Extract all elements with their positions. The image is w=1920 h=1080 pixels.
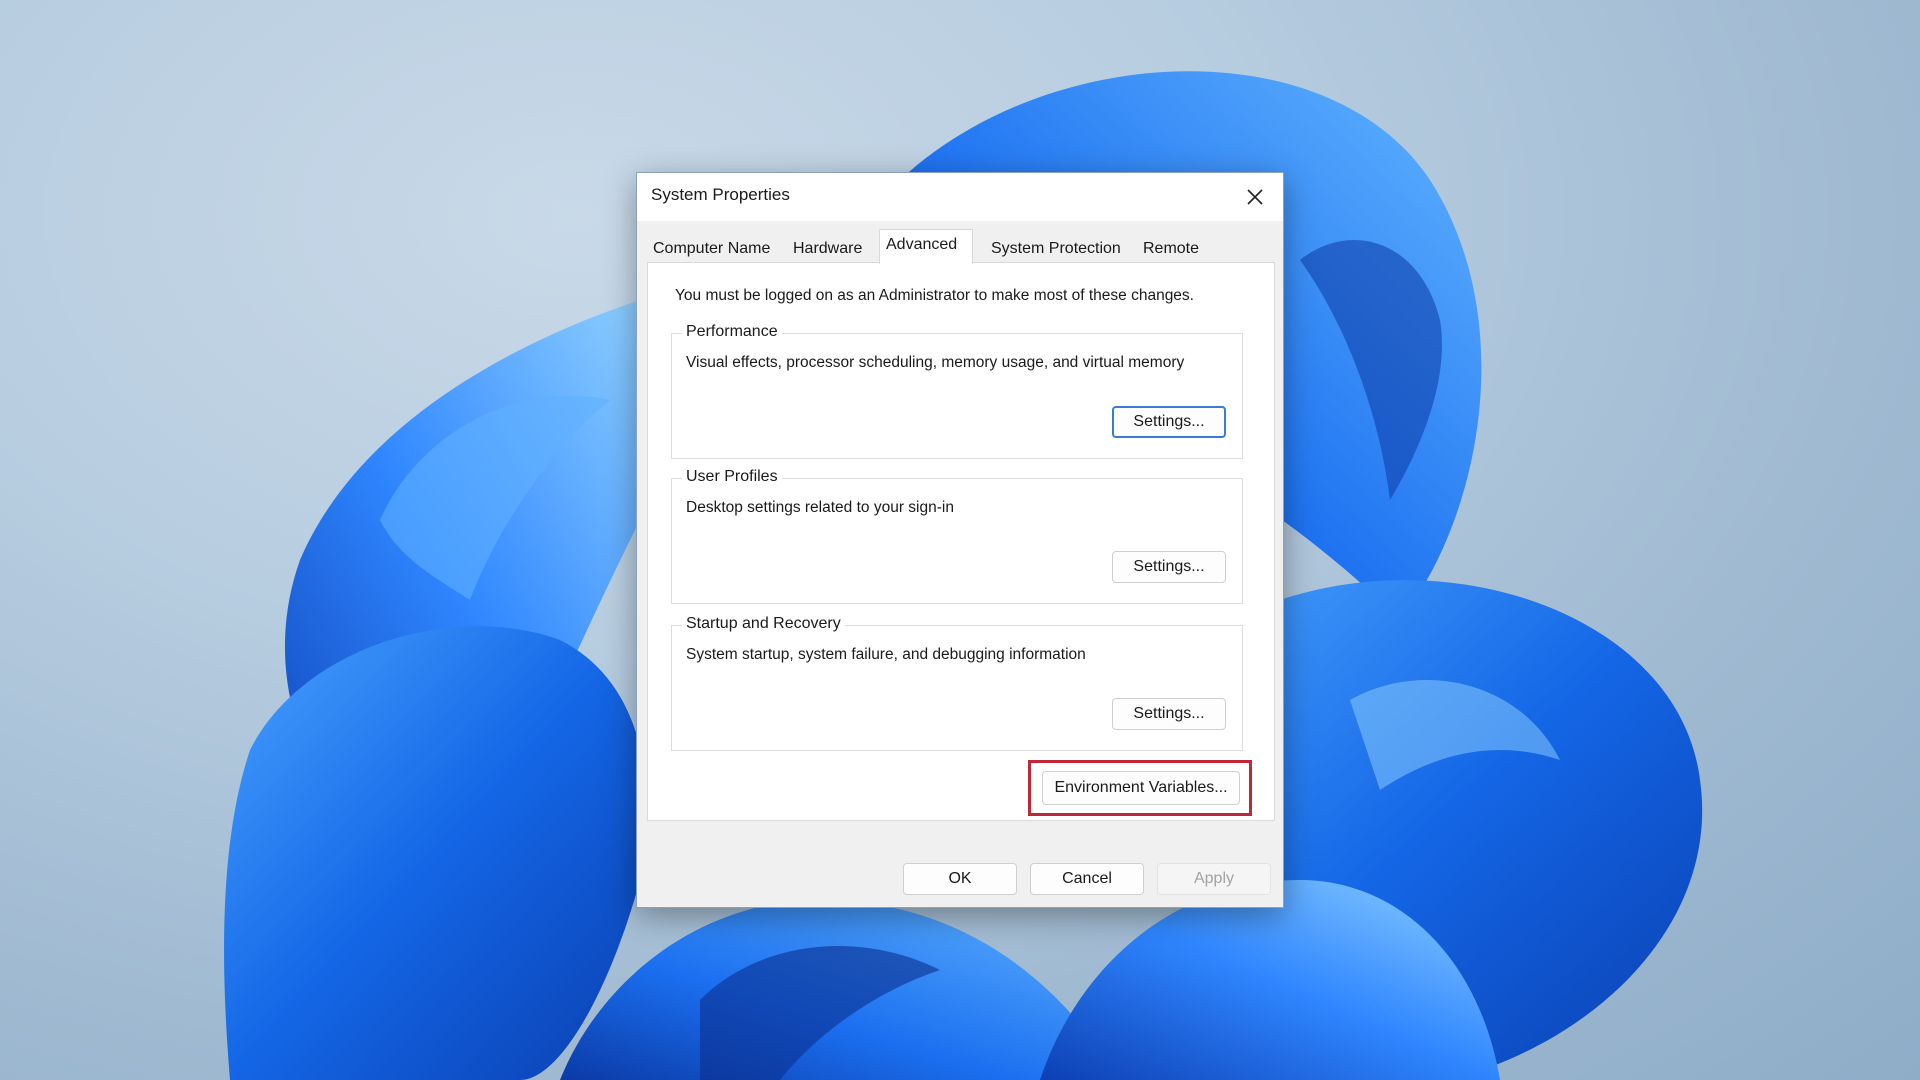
performance-group: Performance Visual effects, processor sc… xyxy=(671,323,1243,459)
tab-advanced[interactable]: Advanced xyxy=(879,229,973,264)
user-profiles-settings-button[interactable]: Settings... xyxy=(1112,551,1226,583)
system-properties-dialog: System Properties Computer Name Hardware… xyxy=(636,172,1284,908)
startup-recovery-description: System startup, system failure, and debu… xyxy=(686,646,1086,663)
user-profiles-group: User Profiles Desktop settings related t… xyxy=(671,468,1243,604)
admin-note: You must be logged on as an Administrato… xyxy=(675,287,1194,304)
tab-computer-name[interactable]: Computer Name xyxy=(647,235,776,263)
ok-button[interactable]: OK xyxy=(903,863,1017,895)
window-title: System Properties xyxy=(651,185,790,204)
performance-settings-button[interactable]: Settings... xyxy=(1112,406,1226,438)
apply-button[interactable]: Apply xyxy=(1157,863,1271,895)
close-icon xyxy=(1247,189,1263,205)
tab-system-protection[interactable]: System Protection xyxy=(985,235,1127,263)
tab-hardware[interactable]: Hardware xyxy=(787,235,868,263)
startup-recovery-group: Startup and Recovery System startup, sys… xyxy=(671,615,1243,751)
desktop: System Properties Computer Name Hardware… xyxy=(0,0,1920,1080)
startup-recovery-legend: Startup and Recovery xyxy=(682,615,845,633)
startup-recovery-settings-button[interactable]: Settings... xyxy=(1112,698,1226,730)
user-profiles-description: Desktop settings related to your sign-in xyxy=(686,499,954,516)
performance-description: Visual effects, processor scheduling, me… xyxy=(686,354,1185,371)
tab-strip: Computer Name Hardware Advanced System P… xyxy=(647,229,1275,264)
tab-remote[interactable]: Remote xyxy=(1137,235,1205,263)
title-bar[interactable]: System Properties xyxy=(637,173,1283,221)
performance-legend: Performance xyxy=(682,323,782,341)
cancel-button[interactable]: Cancel xyxy=(1030,863,1144,895)
user-profiles-legend: User Profiles xyxy=(682,468,782,486)
close-button[interactable] xyxy=(1227,173,1283,221)
environment-variables-button[interactable]: Environment Variables... xyxy=(1042,771,1240,805)
